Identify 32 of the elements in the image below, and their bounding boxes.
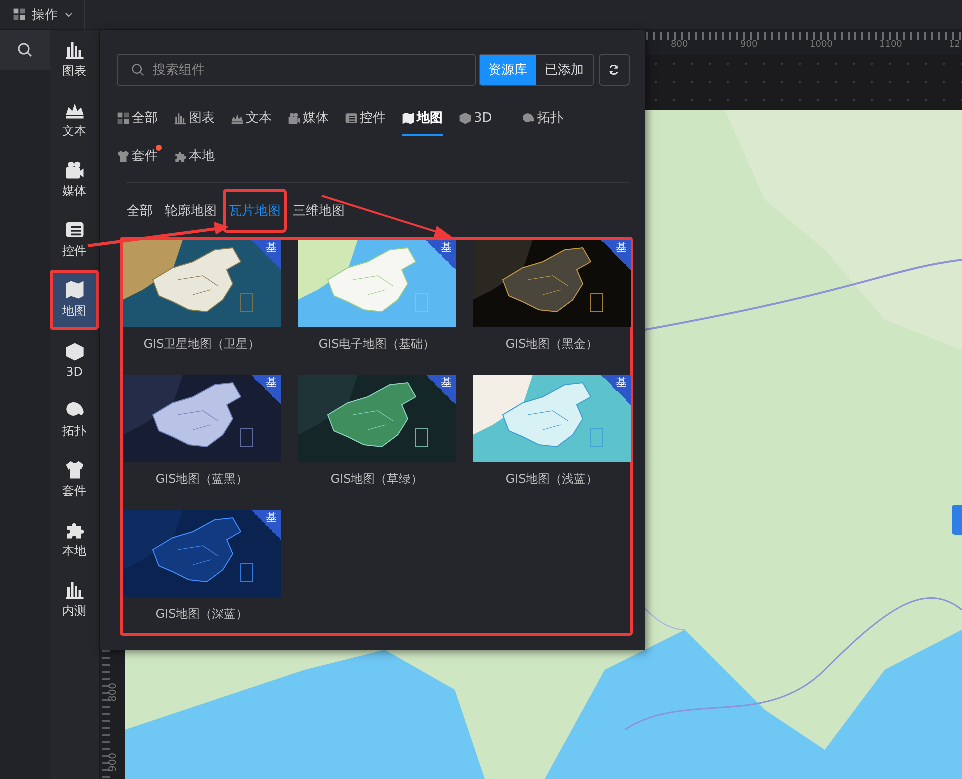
- control-icon: [64, 220, 84, 240]
- search-field[interactable]: 搜索组件: [117, 54, 476, 86]
- source-tab[interactable]: 已添加: [536, 55, 593, 85]
- suit-icon: [64, 460, 84, 480]
- sidebar-item[interactable]: 拓扑: [50, 390, 99, 450]
- search-button[interactable]: [0, 30, 50, 70]
- sidebar-item[interactable]: 图表: [50, 30, 99, 90]
- ruler-label: 900: [108, 752, 119, 772]
- search-icon: [131, 63, 145, 77]
- ruler-label: 12: [949, 40, 960, 50]
- sidebar-item[interactable]: 媒体: [50, 150, 99, 210]
- sidebar-item[interactable]: 地图: [50, 270, 99, 330]
- ruler-label: 800: [108, 682, 119, 702]
- media-icon: [64, 160, 84, 180]
- search-icon: [17, 42, 33, 58]
- sidebar-item[interactable]: 内测: [50, 570, 99, 630]
- sidebar-item[interactable]: 套件: [50, 450, 99, 510]
- refresh-button[interactable]: [598, 54, 630, 86]
- chart-icon: [64, 580, 84, 600]
- cube-icon: [64, 342, 84, 362]
- ruler-label: 800: [671, 40, 690, 50]
- sidebar-item[interactable]: 本地: [50, 510, 99, 570]
- refresh-icon: [608, 64, 620, 76]
- sidebar-item[interactable]: 文本: [50, 90, 99, 150]
- ruler-label: 1000: [810, 40, 834, 50]
- ruler-label: 900: [740, 40, 759, 50]
- chart-icon: [64, 40, 84, 60]
- grid-icon: [13, 8, 26, 21]
- sidebar-item[interactable]: 3D: [50, 330, 99, 390]
- ruler-label: 1100: [880, 40, 904, 50]
- map-icon: [64, 280, 84, 300]
- sidebar-item[interactable]: 控件: [50, 210, 99, 270]
